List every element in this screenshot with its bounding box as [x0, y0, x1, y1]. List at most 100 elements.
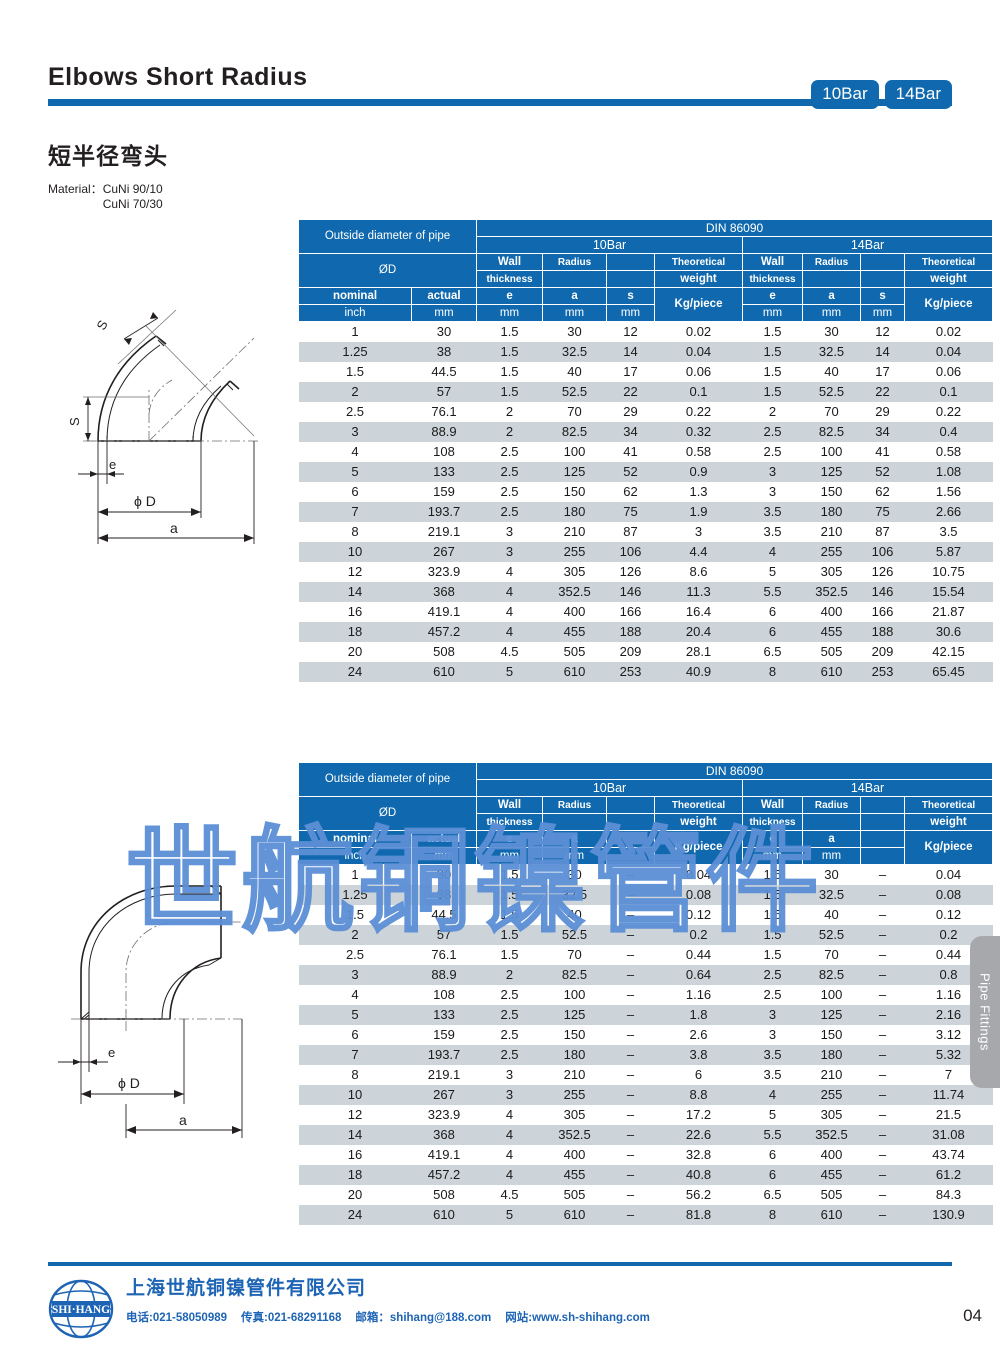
- th-sym-s-14: [860, 830, 906, 848]
- badge-10bar[interactable]: 10Bar: [811, 80, 879, 109]
- dim-label-diameter: ϕ D: [134, 493, 156, 509]
- th-unit-inch: inch: [298, 304, 412, 322]
- th-unit-blank-s14: [860, 847, 906, 865]
- th-blank3-10: [606, 813, 656, 831]
- shihang-globe-logo: SHI·HANG: [48, 1279, 114, 1339]
- table-cell: 3: [298, 422, 412, 442]
- th-blank2-14: [802, 270, 862, 288]
- table-cell: 70: [802, 945, 861, 965]
- table-cell: 0.06: [654, 362, 743, 382]
- table-cell: 188: [606, 622, 655, 642]
- header-row-labels-top: ØD Wall Radius Theoretical Wall Radius T…: [297, 253, 994, 288]
- table-cell: 52.5: [542, 382, 607, 402]
- table-cell: 0.9: [654, 462, 743, 482]
- table-cell: 18: [298, 622, 412, 642]
- table-cell: 4: [476, 582, 543, 602]
- table-cell: 2.5: [476, 1005, 543, 1025]
- th-unit-mm-actual: mm: [410, 304, 478, 322]
- contact-info: 电话:021-58050989 传真:021-68291168 邮箱：shihang…: [126, 1308, 664, 1328]
- table-cell: 40.8: [654, 1165, 743, 1185]
- table-cell: 150: [802, 1025, 861, 1045]
- spec-table-90-elbow: Outside diameter of pipe DIN 86090 10Bar…: [297, 762, 994, 1225]
- table-cell: 0.08: [654, 885, 743, 905]
- side-tab-pipe-fittings[interactable]: Pipe Fittings: [970, 936, 1000, 1088]
- table-cell: 3: [742, 462, 803, 482]
- table-cell: 82.5: [802, 965, 861, 985]
- table-cell: 61.2: [904, 1165, 993, 1185]
- table-cell: 100: [542, 442, 607, 462]
- table-cell: 0.04: [904, 864, 993, 885]
- company-logo: SHI·HANG: [48, 1278, 114, 1345]
- table-cell: 20.4: [654, 622, 743, 642]
- table-cell: 505: [542, 1185, 607, 1205]
- table-cell: –: [860, 1205, 905, 1225]
- table-cell: –: [860, 1105, 905, 1125]
- table-cell: 0.44: [654, 945, 743, 965]
- table-cell: 6: [298, 1025, 412, 1045]
- th-radius-14: Radius: [802, 796, 862, 814]
- table-row: 12 323.9 4 305–17.2 5 305–21.5: [298, 1105, 993, 1125]
- th-sym-e-10: e: [476, 830, 544, 848]
- table-cell: 4: [742, 542, 803, 562]
- table-cell: 52.5: [802, 925, 861, 945]
- table-cell: 4: [298, 442, 412, 462]
- table-cell: 1.5: [298, 362, 412, 382]
- table-cell: 3.5: [904, 522, 993, 542]
- table-cell: 400: [542, 1145, 607, 1165]
- material-value-2: CuNi 70/30: [102, 197, 163, 211]
- table-cell: 24: [298, 662, 412, 682]
- th-actual: actual: [410, 287, 478, 305]
- table-cell: 4: [476, 622, 543, 642]
- table-cell: –: [860, 925, 905, 945]
- table-row: 10 267 3 255–8.8 4 255–11.74: [298, 1085, 993, 1105]
- table-cell: 0.04: [654, 864, 743, 885]
- table-cell: 4: [476, 1105, 543, 1125]
- contact-website[interactable]: 网站:www.sh-shihang.com: [505, 1312, 650, 1324]
- th-outside-diameter: Outside diameter of pipe: [297, 219, 478, 254]
- table-cell: –: [606, 965, 655, 985]
- table-cell: 125: [542, 1005, 607, 1025]
- material-label: Material：: [48, 182, 103, 196]
- page-number: 04: [963, 1306, 982, 1325]
- contact-fax: 传真:021-68291168: [241, 1312, 342, 1324]
- table-cell: 10: [298, 1085, 412, 1105]
- contact-email[interactable]: 邮箱：shihang@188.com: [355, 1312, 491, 1324]
- badge-14bar[interactable]: 14Bar: [884, 80, 952, 109]
- table-cell: 125: [802, 1005, 861, 1025]
- table-cell: –: [606, 1185, 655, 1205]
- table-cell: 32.5: [802, 342, 861, 362]
- table-cell: 34: [606, 422, 655, 442]
- table-cell: –: [606, 1145, 655, 1165]
- table-cell: 193.7: [411, 502, 477, 522]
- table-cell: –: [606, 1045, 655, 1065]
- th-sym-e-14: e: [742, 287, 804, 305]
- th-blank2-10: [542, 270, 608, 288]
- table-cell: 108: [411, 985, 477, 1005]
- table-cell: 1.25: [298, 342, 412, 362]
- table-cell: 28.1: [654, 642, 743, 662]
- table-cell: 2.5: [298, 402, 412, 422]
- table-cell: 7: [298, 502, 412, 522]
- table-cell: 1.08: [904, 462, 993, 482]
- table-cell: 1.5: [476, 362, 543, 382]
- header-row-standard: Outside diameter of pipe DIN 86090: [297, 762, 994, 797]
- table-cell: 6: [742, 602, 803, 622]
- table-cell: 2.5: [476, 985, 543, 1005]
- table-cell: 4.4: [654, 542, 743, 562]
- table-cell: –: [606, 1125, 655, 1145]
- table-cell: 70: [802, 402, 861, 422]
- table-cell: 10: [298, 542, 412, 562]
- table-cell: 1.3: [654, 482, 743, 502]
- table-cell: 2.5: [476, 1045, 543, 1065]
- table-cell: 2.5: [476, 482, 543, 502]
- table-cell: 5.5: [742, 1125, 803, 1145]
- table-cell: 267: [411, 542, 477, 562]
- table-cell: 4: [742, 1085, 803, 1105]
- table-cell: 180: [542, 502, 607, 522]
- table-cell: 1: [298, 864, 412, 885]
- table-cell: 88.9: [411, 965, 477, 985]
- table-cell: 126: [606, 562, 655, 582]
- table-cell: 125: [542, 462, 607, 482]
- table-cell: 323.9: [411, 562, 477, 582]
- table-cell: 368: [411, 582, 477, 602]
